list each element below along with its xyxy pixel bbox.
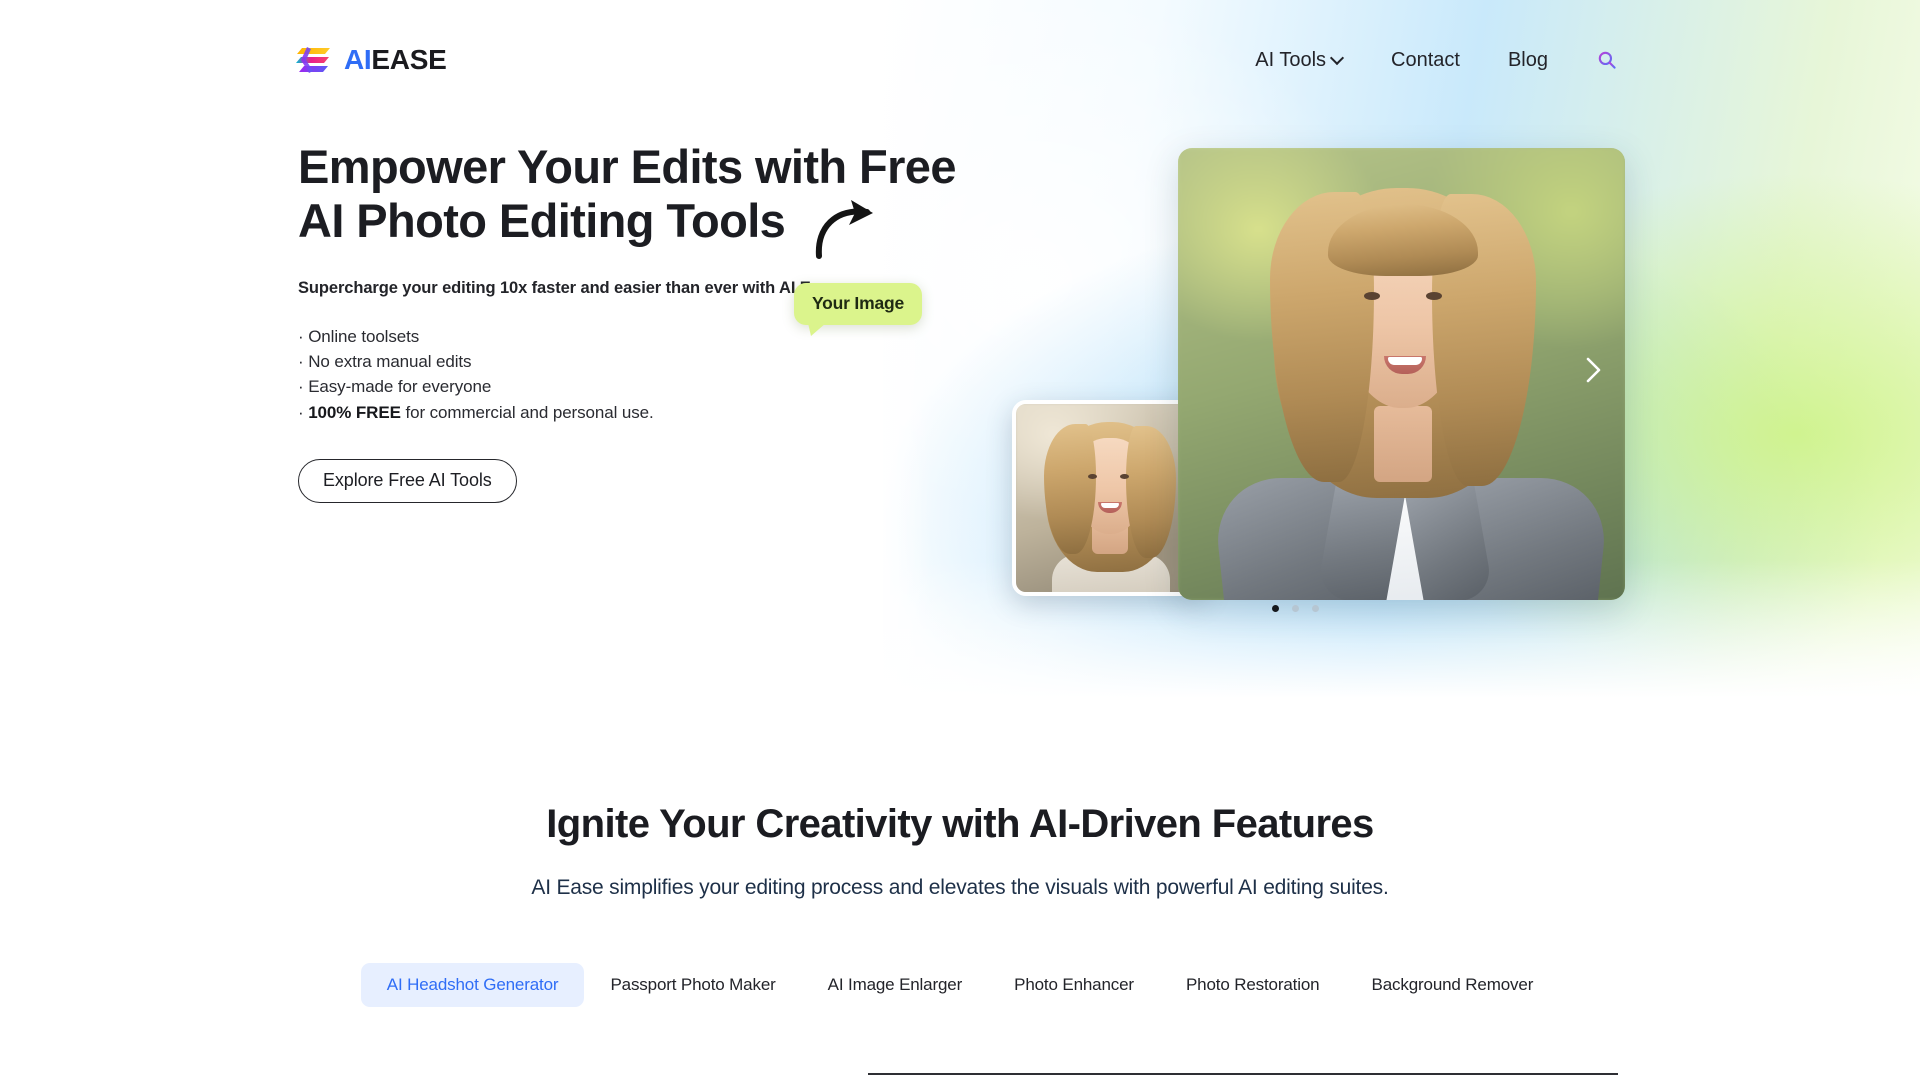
carousel-dot-1[interactable] — [1272, 605, 1279, 612]
bullet-marker: · — [298, 402, 309, 422]
nav-label-blog: Blog — [1507, 49, 1548, 71]
nav-label-contact: Contact — [1391, 49, 1460, 71]
hero-feature-list: · Online toolsets · No extra manual edit… — [298, 324, 998, 425]
hero-title-line-1: Empower Your Edits with Free — [298, 140, 956, 193]
aiease-logo-icon — [296, 45, 334, 75]
nav-label-ai-tools: AI Tools — [1255, 49, 1327, 71]
landing-page: AIEASE AI Tools Contact Blog Empower You… — [0, 0, 1920, 1080]
nav-item-contact[interactable]: Contact — [1367, 50, 1484, 70]
explore-free-ai-tools-button[interactable]: Explore Free AI Tools — [298, 458, 517, 503]
brand-logo[interactable]: AIEASE — [296, 40, 447, 80]
search-icon[interactable] — [1594, 47, 1620, 73]
features-title: Ignite Your Creativity with AI-Driven Fe… — [546, 802, 1374, 846]
your-image-badge: Your Image — [794, 283, 923, 336]
main-navigation: AI Tools Contact Blog — [1231, 47, 1620, 73]
features-tab-bar: AI Headshot Generator Passport Photo Mak… — [0, 963, 1920, 1007]
curved-arrow-icon — [813, 198, 883, 265]
features-section: Ignite Your Creativity with AI-Driven Fe… — [0, 800, 1920, 1075]
bullet-text: for commercial and personal use. — [400, 402, 654, 422]
bullet-text: Online toolsets — [308, 327, 420, 347]
bullet-text: No extra manual edits — [308, 352, 472, 372]
list-item: · Easy-made for everyone — [298, 374, 998, 399]
tab-photo-enhancer[interactable]: Photo Enhancer — [988, 963, 1160, 1007]
site-header: AIEASE AI Tools Contact Blog — [0, 0, 1920, 120]
tab-ai-image-enlarger[interactable]: AI Image Enlarger — [802, 963, 988, 1007]
brand-wordmark: AIEASE — [344, 44, 447, 75]
bullet-text: Easy-made for everyone — [308, 377, 492, 397]
carousel-dots — [1272, 605, 1319, 612]
list-item: · No extra manual edits — [298, 349, 998, 374]
bullet-text-bold: 100% FREE — [308, 402, 401, 422]
bullet-marker: · — [298, 327, 309, 347]
brand-text-ease: EASE — [371, 44, 447, 75]
nav-item-ai-tools[interactable]: AI Tools — [1231, 50, 1367, 70]
brand-text-ai: AI — [344, 44, 372, 75]
list-item: · Online toolsets — [298, 324, 998, 349]
tab-photo-restoration[interactable]: Photo Restoration — [1160, 963, 1346, 1007]
list-item: · 100% FREE for commercial and personal … — [298, 400, 998, 425]
bullet-marker: · — [298, 377, 309, 397]
after-main-image[interactable] — [1178, 148, 1625, 600]
feature-panel-top-edge — [868, 1073, 1618, 1075]
nav-item-blog[interactable]: Blog — [1484, 50, 1572, 70]
carousel-next-button[interactable] — [1574, 350, 1614, 390]
bullet-marker: · — [298, 352, 309, 372]
hero-title-line-2: AI Photo Editing Tools — [298, 193, 786, 247]
tab-background-remover[interactable]: Background Remover — [1346, 963, 1560, 1007]
chevron-down-icon — [1332, 53, 1343, 64]
carousel-dot-2[interactable] — [1292, 605, 1299, 612]
tab-ai-headshot-generator[interactable]: AI Headshot Generator — [360, 963, 585, 1007]
features-subtitle: AI Ease simplifies your editing process … — [531, 876, 1389, 899]
tab-passport-photo-maker[interactable]: Passport Photo Maker — [584, 963, 801, 1007]
carousel-dot-3[interactable] — [1312, 605, 1319, 612]
before-thumbnail-image[interactable] — [1012, 400, 1206, 596]
